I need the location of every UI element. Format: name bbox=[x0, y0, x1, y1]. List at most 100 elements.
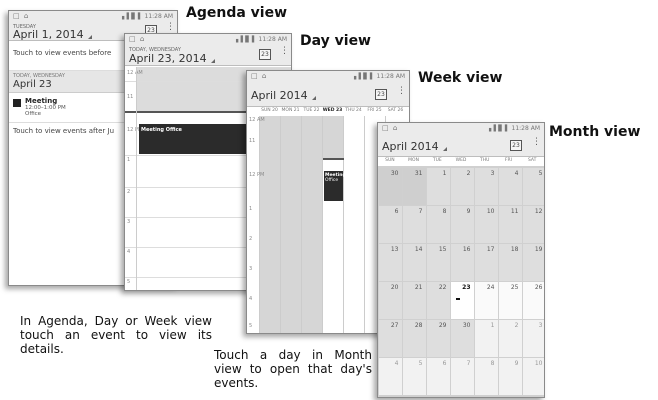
day-cell[interactable]: 30 bbox=[378, 167, 402, 205]
month-dropdown[interactable]: April 2014 bbox=[251, 89, 316, 102]
day-number: 21 bbox=[414, 283, 423, 291]
day-cell[interactable]: 20 bbox=[378, 281, 402, 319]
day-cell[interactable]: 28 bbox=[402, 319, 426, 357]
signal-icon: ▖▌▊ bbox=[236, 35, 250, 43]
day-number: 28 bbox=[414, 321, 423, 329]
header-month: April 2014 bbox=[382, 140, 439, 153]
today-calendar-icon[interactable]: 23 bbox=[259, 49, 271, 60]
day-cell[interactable]: 25 bbox=[498, 281, 522, 319]
notification-icons: □ ⌂ bbox=[251, 72, 268, 80]
day-number: 7 bbox=[466, 359, 471, 367]
status-bar: □ ⌂ ▖▌▊ ▌ 11:28 AM bbox=[247, 71, 409, 81]
day-cell[interactable]: 10 bbox=[474, 205, 498, 243]
day-cell[interactable]: 10 bbox=[522, 357, 544, 395]
day-number: 4 bbox=[394, 359, 399, 367]
day-number: 10 bbox=[534, 359, 543, 367]
day-cell[interactable]: 1 bbox=[474, 319, 498, 357]
weekday-label: MON bbox=[408, 158, 419, 163]
day-cell[interactable]: 2 bbox=[498, 319, 522, 357]
day-cell[interactable]: 9 bbox=[498, 357, 522, 395]
day-cell[interactable]: 2 bbox=[450, 167, 474, 205]
day-cell[interactable]: 23 bbox=[450, 281, 474, 319]
day-cell[interactable]: 5 bbox=[402, 357, 426, 395]
header-date: April 1, 2014 bbox=[13, 28, 84, 41]
day-number: 9 bbox=[514, 359, 519, 367]
day-cell[interactable]: 14 bbox=[402, 243, 426, 281]
day-number: 19 bbox=[534, 245, 543, 253]
week-view-label: Week view bbox=[418, 70, 503, 86]
day-cell[interactable]: 7 bbox=[402, 205, 426, 243]
agenda-view-label: Agenda view bbox=[186, 5, 288, 21]
day-cell[interactable]: 4 bbox=[378, 357, 402, 395]
day-cell[interactable]: 1 bbox=[426, 167, 450, 205]
day-number: 29 bbox=[438, 321, 447, 329]
weekday-label: WED bbox=[455, 158, 467, 163]
day-cell[interactable]: 29 bbox=[426, 319, 450, 357]
status-time: 11:28 AM bbox=[258, 35, 287, 43]
today-calendar-icon[interactable]: 23 bbox=[375, 89, 387, 100]
hour-label: 4 bbox=[249, 296, 253, 302]
today-calendar-icon[interactable]: 23 bbox=[510, 140, 522, 151]
day-cell[interactable]: 13 bbox=[378, 243, 402, 281]
signal-icon: ▖▌▊ bbox=[354, 72, 368, 80]
day-cell[interactable]: 21 bbox=[402, 281, 426, 319]
day-cell[interactable]: 30 bbox=[450, 319, 474, 357]
day-cell[interactable]: 19 bbox=[522, 243, 544, 281]
day-number: 31 bbox=[414, 169, 423, 177]
status-bar: □ ⌂ ▖▌▊ ▌ 11:28 AM bbox=[378, 123, 544, 133]
app-bar: April 2014 23 ⋮ bbox=[378, 133, 544, 157]
day-cell[interactable]: 12 bbox=[522, 205, 544, 243]
day-view-label: Day view bbox=[300, 33, 371, 49]
day-number: 14 bbox=[414, 245, 423, 253]
day-cell[interactable]: 6 bbox=[426, 357, 450, 395]
allday-label: 12 AM bbox=[249, 117, 265, 123]
month-caption: Touch a day in Month view to open that d… bbox=[214, 348, 372, 390]
day-cell[interactable]: 27 bbox=[378, 319, 402, 357]
day-cell[interactable]: 3 bbox=[522, 319, 544, 357]
day-number: 22 bbox=[438, 283, 447, 291]
day-number: 20 bbox=[390, 283, 399, 291]
date-dropdown[interactable]: April 1, 2014 bbox=[13, 28, 92, 41]
day-cell[interactable]: 5 bbox=[522, 167, 544, 205]
day-cell[interactable]: 16 bbox=[450, 243, 474, 281]
status-time: 11:28 AM bbox=[376, 72, 405, 80]
day-cell[interactable]: 18 bbox=[498, 243, 522, 281]
day-cell[interactable]: 11 bbox=[498, 205, 522, 243]
overflow-menu-icon[interactable]: ⋮ bbox=[532, 138, 541, 147]
day-cell[interactable]: 22 bbox=[426, 281, 450, 319]
day-cell[interactable]: 26 bbox=[522, 281, 544, 319]
day-number: 5 bbox=[538, 169, 543, 177]
day-cell[interactable]: 6 bbox=[378, 205, 402, 243]
meeting-event-block[interactable]: Meeting Office bbox=[324, 171, 346, 201]
day-cell[interactable]: 9 bbox=[450, 205, 474, 243]
day-cell[interactable]: 31 bbox=[402, 167, 426, 205]
day-cell[interactable]: 24 bbox=[474, 281, 498, 319]
day-number: 25 bbox=[510, 283, 519, 291]
day-number: 18 bbox=[510, 245, 519, 253]
status-bar: □ ⌂ ▖▌▊ ▌ 11:28 AM bbox=[125, 34, 291, 44]
day-cell[interactable]: 8 bbox=[474, 357, 498, 395]
app-bar: April 2014 23 ⋮ bbox=[247, 81, 409, 107]
overflow-menu-icon[interactable]: ⋮ bbox=[280, 47, 289, 56]
now-line bbox=[323, 158, 344, 160]
day-number: 7 bbox=[418, 207, 423, 215]
day-cell[interactable]: 8 bbox=[426, 205, 450, 243]
weekday-label: FRI bbox=[504, 158, 512, 163]
app-bar: TODAY, WEDNESDAY April 23, 2014 23 ⋮ bbox=[125, 44, 291, 66]
status-bar: □ ⌂ ▖▌▊ ▌ 11:28 AM bbox=[9, 11, 177, 21]
day-cell[interactable]: 17 bbox=[474, 243, 498, 281]
hour-label: 12 PM bbox=[249, 172, 265, 178]
day-cell[interactable]: 15 bbox=[426, 243, 450, 281]
day-number: 6 bbox=[394, 207, 399, 215]
month-dropdown[interactable]: April 2014 bbox=[382, 140, 447, 153]
day-number: 30 bbox=[462, 321, 471, 329]
status-time: 11:28 AM bbox=[511, 124, 540, 132]
overflow-menu-icon[interactable]: ⋮ bbox=[397, 87, 406, 96]
day-cell[interactable]: 4 bbox=[498, 167, 522, 205]
dropdown-triangle-icon bbox=[442, 147, 447, 151]
overflow-menu-icon[interactable]: ⋮ bbox=[166, 23, 175, 32]
day-cell[interactable]: 7 bbox=[450, 357, 474, 395]
day-header-sat: SAT 26 bbox=[387, 108, 404, 113]
date-dropdown[interactable]: April 23, 2014 bbox=[129, 52, 215, 65]
day-cell[interactable]: 3 bbox=[474, 167, 498, 205]
